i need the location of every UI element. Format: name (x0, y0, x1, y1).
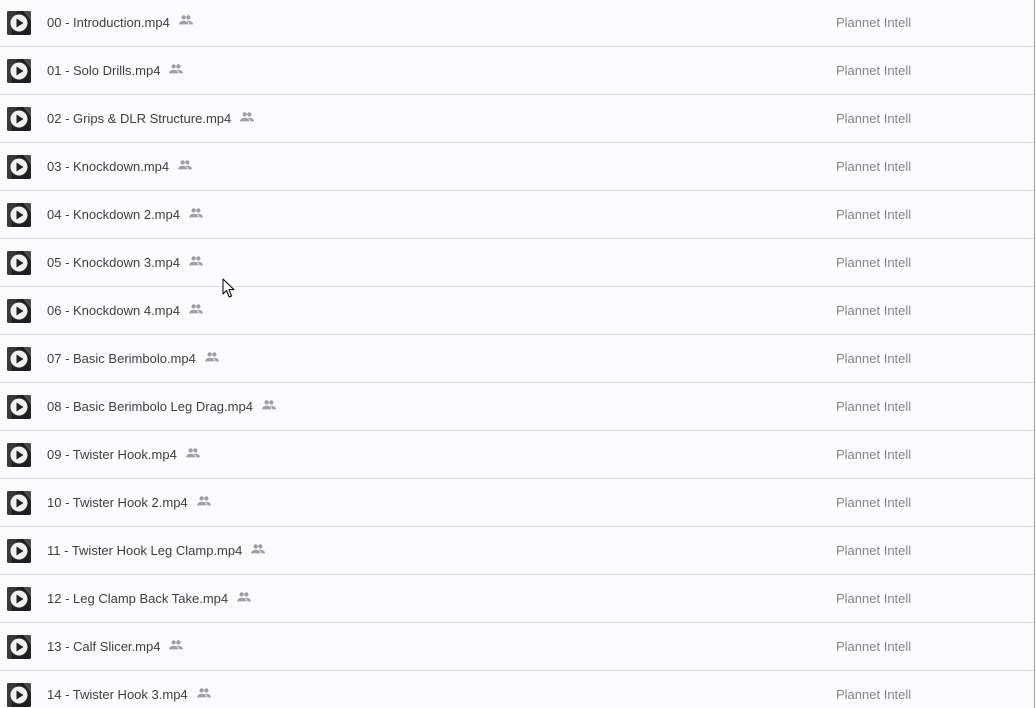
file-row[interactable]: 03 - Knockdown.mp4 Plannet Intell (0, 143, 1034, 191)
file-owner: Plannet Intell (836, 399, 912, 414)
video-thumbnail-icon (7, 107, 31, 131)
people-icon (185, 445, 201, 461)
file-row[interactable]: 09 - Twister Hook.mp4 Plannet Intell (0, 431, 1034, 479)
file-owner: Plannet Intell (836, 495, 912, 510)
file-row[interactable]: 12 - Leg Clamp Back Take.mp4 Plannet Int… (0, 575, 1034, 623)
people-icon (188, 253, 204, 269)
video-thumbnail-icon (7, 251, 31, 275)
video-thumbnail-icon (7, 683, 31, 707)
people-icon (204, 349, 220, 365)
file-row[interactable]: 08 - Basic Berimbolo Leg Drag.mp4 Planne… (0, 383, 1034, 431)
file-name: 08 - Basic Berimbolo Leg Drag.mp4 (47, 399, 253, 414)
people-icon (168, 61, 184, 77)
file-owner: Plannet Intell (836, 543, 912, 558)
people-icon (188, 301, 204, 317)
video-thumbnail-icon (7, 155, 31, 179)
file-name: 00 - Introduction.mp4 (47, 14, 170, 30)
video-thumbnail-icon (7, 443, 31, 467)
file-name: 09 - Twister Hook.mp4 (47, 447, 177, 462)
people-icon (236, 589, 252, 605)
file-row[interactable]: 14 - Twister Hook 3.mp4 Plannet Intell (0, 671, 1034, 708)
file-row[interactable]: 10 - Twister Hook 2.mp4 Plannet Intell (0, 479, 1034, 527)
video-thumbnail-icon (7, 11, 31, 35)
video-thumbnail-icon (7, 299, 31, 323)
video-thumbnail-icon (7, 491, 31, 515)
video-thumbnail-icon (7, 539, 31, 563)
file-owner: Plannet Intell (836, 639, 912, 654)
file-row[interactable]: 07 - Basic Berimbolo.mp4 Plannet Intell (0, 335, 1034, 383)
video-thumbnail-icon (7, 203, 31, 227)
file-name: 07 - Basic Berimbolo.mp4 (47, 351, 196, 366)
file-name: 14 - Twister Hook 3.mp4 (47, 687, 188, 702)
people-icon (178, 12, 194, 28)
file-name: 05 - Knockdown 3.mp4 (47, 255, 180, 270)
file-owner: Plannet Intell (836, 207, 912, 222)
file-row[interactable]: 01 - Solo Drills.mp4 Plannet Intell (0, 47, 1034, 95)
file-owner: Plannet Intell (836, 111, 912, 126)
people-icon (188, 205, 204, 221)
file-name: 11 - Twister Hook Leg Clamp.mp4 (47, 543, 243, 558)
file-name: 03 - Knockdown.mp4 (47, 159, 170, 174)
file-row[interactable]: 06 - Knockdown 4.mp4 Plannet Intell (0, 287, 1034, 335)
file-owner: Plannet Intell (836, 447, 912, 462)
file-list: 00 - Introduction.mp4 Plannet Intell 01 … (0, 0, 1035, 708)
file-name: 02 - Grips & DLR Structure.mp4 (47, 111, 232, 126)
video-thumbnail-icon (7, 395, 31, 419)
file-row[interactable]: 05 - Knockdown 3.mp4 Plannet Intell (0, 239, 1034, 287)
people-icon (177, 157, 193, 173)
file-owner: Plannet Intell (836, 14, 912, 30)
file-row[interactable]: 02 - Grips & DLR Structure.mp4 Plannet I… (0, 95, 1034, 143)
file-row[interactable]: 00 - Introduction.mp4 Plannet Intell (0, 0, 1034, 47)
people-icon (250, 541, 266, 557)
file-name: 06 - Knockdown 4.mp4 (47, 303, 180, 318)
file-row[interactable]: 04 - Knockdown 2.mp4 Plannet Intell (0, 191, 1034, 239)
video-thumbnail-icon (7, 59, 31, 83)
file-name: 10 - Twister Hook 2.mp4 (47, 495, 188, 510)
video-thumbnail-icon (7, 587, 31, 611)
file-owner: Plannet Intell (836, 159, 912, 174)
people-icon (261, 397, 277, 413)
file-name: 13 - Calf Slicer.mp4 (47, 639, 161, 654)
people-icon (196, 685, 212, 701)
file-owner: Plannet Intell (836, 303, 912, 318)
video-thumbnail-icon (7, 635, 31, 659)
people-icon (239, 109, 255, 125)
file-name: 04 - Knockdown 2.mp4 (47, 207, 180, 222)
file-owner: Plannet Intell (836, 351, 912, 366)
file-owner: Plannet Intell (836, 591, 912, 606)
people-icon (168, 637, 184, 653)
file-name: 01 - Solo Drills.mp4 (47, 63, 161, 78)
file-owner: Plannet Intell (836, 63, 912, 78)
file-name: 12 - Leg Clamp Back Take.mp4 (47, 591, 229, 606)
file-owner: Plannet Intell (836, 255, 912, 270)
people-icon (196, 493, 212, 509)
file-row[interactable]: 13 - Calf Slicer.mp4 Plannet Intell (0, 623, 1034, 671)
video-thumbnail-icon (7, 347, 31, 371)
file-owner: Plannet Intell (836, 687, 912, 702)
file-row[interactable]: 11 - Twister Hook Leg Clamp.mp4 Plannet … (0, 527, 1034, 575)
